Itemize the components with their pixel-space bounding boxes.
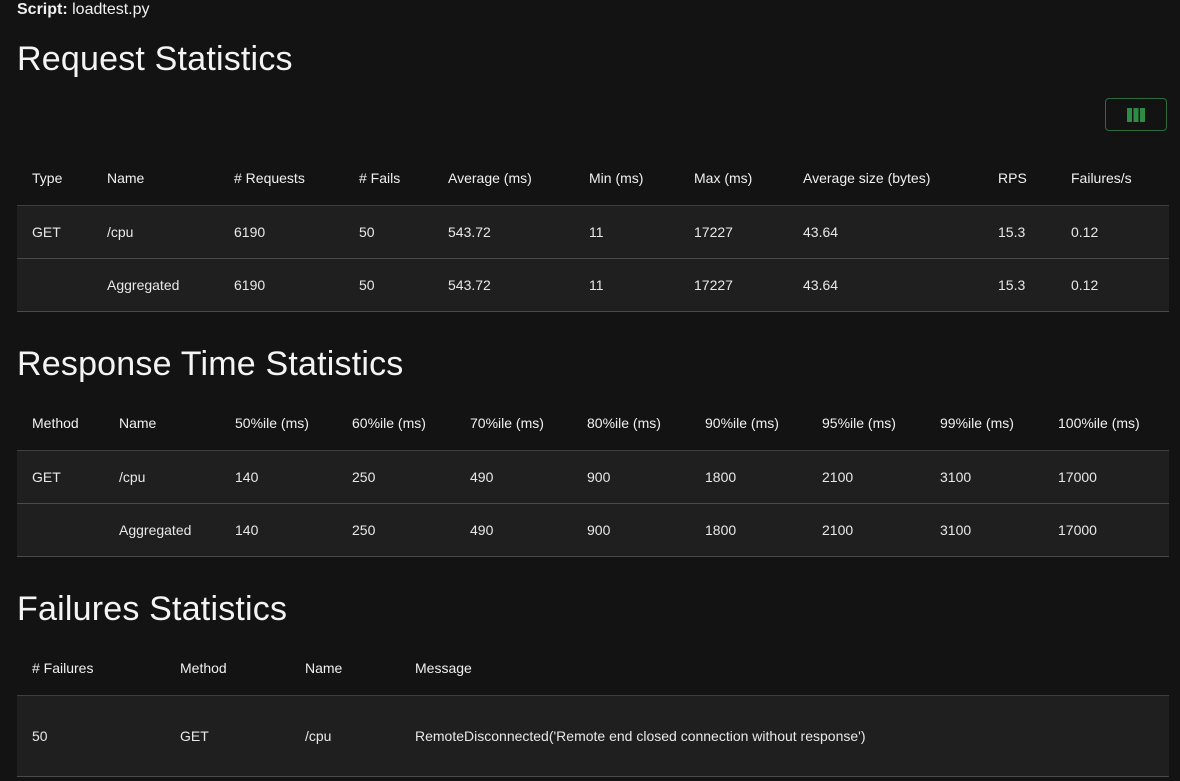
table-cell: 17227 bbox=[679, 258, 788, 312]
report-page: Script: loadtest.py Request Statistics T… bbox=[0, 0, 1180, 781]
table-cell: 900 bbox=[572, 503, 690, 557]
column-header[interactable]: Min (ms) bbox=[574, 151, 679, 206]
table-cell: 900 bbox=[572, 450, 690, 504]
table-cell: 43.64 bbox=[788, 258, 983, 312]
column-header[interactable]: Max (ms) bbox=[679, 151, 788, 206]
table-cell: GET bbox=[165, 695, 290, 777]
table-cell: /cpu bbox=[290, 695, 400, 777]
column-header[interactable]: 95%ile (ms) bbox=[807, 396, 925, 451]
column-header[interactable]: # Requests bbox=[219, 151, 344, 206]
column-header[interactable]: # Failures bbox=[17, 641, 165, 696]
column-header[interactable]: Method bbox=[165, 641, 290, 696]
table-cell: 17227 bbox=[679, 205, 788, 259]
table-cell: RemoteDisconnected('Remote end closed co… bbox=[400, 695, 1169, 777]
table-cell: 140 bbox=[220, 450, 337, 504]
table-cell: 490 bbox=[455, 503, 572, 557]
table-cell: /cpu bbox=[92, 205, 219, 259]
table-cell: 490 bbox=[455, 450, 572, 504]
table-cell: GET bbox=[17, 450, 104, 504]
table-cell: 15.3 bbox=[983, 258, 1056, 312]
column-header[interactable]: Message bbox=[400, 641, 1169, 696]
column-header[interactable]: Name bbox=[92, 151, 219, 206]
request-statistics-title: Request Statistics bbox=[17, 40, 293, 78]
columns-icon bbox=[1127, 107, 1145, 122]
failures-statistics-title: Failures Statistics bbox=[17, 590, 288, 628]
request-header-row: Type Name # Requests # Fails Average (ms… bbox=[17, 151, 1169, 206]
table-cell: 1800 bbox=[690, 503, 807, 557]
table-cell: 3100 bbox=[925, 450, 1043, 504]
table-cell: 43.64 bbox=[788, 205, 983, 259]
failures-header-row: # Failures Method Name Message bbox=[17, 641, 1169, 696]
column-header[interactable]: 60%ile (ms) bbox=[337, 396, 455, 451]
column-header[interactable]: 70%ile (ms) bbox=[455, 396, 572, 451]
column-header[interactable]: Average (ms) bbox=[433, 151, 574, 206]
table-cell: 6190 bbox=[219, 205, 344, 259]
table-cell: 6190 bbox=[219, 258, 344, 312]
column-header[interactable]: 100%ile (ms) bbox=[1043, 396, 1169, 451]
table-cell: 50 bbox=[344, 258, 433, 312]
column-header[interactable]: Type bbox=[17, 151, 92, 206]
table-cell: 250 bbox=[337, 450, 455, 504]
table-cell: 2100 bbox=[807, 503, 925, 557]
response-header-row: Method Name 50%ile (ms) 60%ile (ms) 70%i… bbox=[17, 396, 1169, 451]
script-line: Script: loadtest.py bbox=[17, 1, 150, 19]
table-cell: 11 bbox=[574, 258, 679, 312]
script-name: loadtest.py bbox=[72, 1, 150, 18]
table-cell: 3100 bbox=[925, 503, 1043, 557]
column-selector-button[interactable] bbox=[1105, 98, 1167, 131]
table-cell: 11 bbox=[574, 205, 679, 259]
column-header[interactable]: Method bbox=[17, 396, 104, 451]
table-cell: 0.12 bbox=[1056, 205, 1169, 259]
column-header[interactable]: 90%ile (ms) bbox=[690, 396, 807, 451]
table-cell: GET bbox=[17, 205, 92, 259]
column-header[interactable]: 80%ile (ms) bbox=[572, 396, 690, 451]
column-header[interactable]: RPS bbox=[983, 151, 1056, 206]
column-header[interactable]: Name bbox=[104, 396, 220, 451]
table-cell bbox=[17, 503, 104, 557]
table-cell: 543.72 bbox=[433, 205, 574, 259]
table-cell: /cpu bbox=[104, 450, 220, 504]
table-cell: 17000 bbox=[1043, 450, 1169, 504]
table-cell: 250 bbox=[337, 503, 455, 557]
table-cell bbox=[17, 258, 92, 312]
table-cell: Aggregated bbox=[104, 503, 220, 557]
table-row: GET /cpu 6190 50 543.72 11 17227 43.64 1… bbox=[17, 205, 1169, 259]
table-cell: Aggregated bbox=[92, 258, 219, 312]
table-cell: 0.12 bbox=[1056, 258, 1169, 312]
table-cell: 1800 bbox=[690, 450, 807, 504]
table-row: Aggregated 140 250 490 900 1800 2100 310… bbox=[17, 503, 1169, 557]
table-row: Aggregated 6190 50 543.72 11 17227 43.64… bbox=[17, 258, 1169, 312]
table-row: GET /cpu 140 250 490 900 1800 2100 3100 … bbox=[17, 450, 1169, 504]
table-cell: 15.3 bbox=[983, 205, 1056, 259]
failures-table: # Failures Method Name Message 50 GET /c… bbox=[17, 641, 1169, 777]
table-cell: 140 bbox=[220, 503, 337, 557]
table-row: 50 GET /cpu RemoteDisconnected('Remote e… bbox=[17, 695, 1169, 777]
column-header[interactable]: # Fails bbox=[344, 151, 433, 206]
table-cell: 50 bbox=[344, 205, 433, 259]
table-cell: 50 bbox=[17, 695, 165, 777]
table-cell: 17000 bbox=[1043, 503, 1169, 557]
column-header[interactable]: Failures/s bbox=[1056, 151, 1169, 206]
request-statistics-table: Type Name # Requests # Fails Average (ms… bbox=[17, 151, 1169, 312]
script-label: Script: bbox=[17, 1, 68, 18]
table-cell: 543.72 bbox=[433, 258, 574, 312]
column-header[interactable]: 50%ile (ms) bbox=[220, 396, 337, 451]
response-time-statistics-title: Response Time Statistics bbox=[17, 345, 404, 383]
column-header[interactable]: 99%ile (ms) bbox=[925, 396, 1043, 451]
response-time-table: Method Name 50%ile (ms) 60%ile (ms) 70%i… bbox=[17, 396, 1169, 557]
column-header[interactable]: Name bbox=[290, 641, 400, 696]
table-cell: 2100 bbox=[807, 450, 925, 504]
column-header[interactable]: Average size (bytes) bbox=[788, 151, 983, 206]
